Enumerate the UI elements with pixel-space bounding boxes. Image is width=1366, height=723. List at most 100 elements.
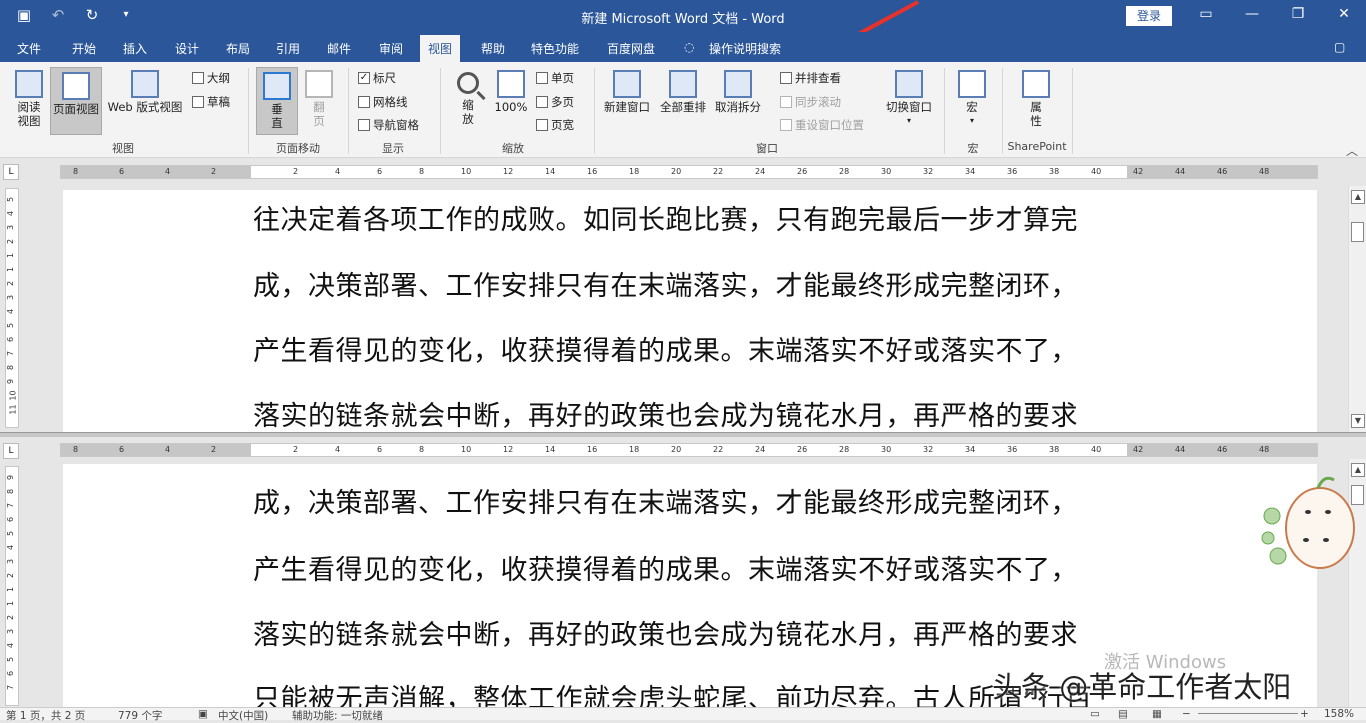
- login-button[interactable]: 登录: [1126, 6, 1172, 26]
- tab-selector[interactable]: L: [3, 164, 19, 180]
- chevron-down-icon: ▾: [969, 116, 974, 125]
- outline-button[interactable]: 大纲: [192, 70, 230, 86]
- ribbon-display-options-icon[interactable]: ▭: [1196, 6, 1216, 22]
- horizontal-ruler[interactable]: 8 6 4 2 2 4 6 8 10 12 14 16 18 20 22 24 26 28 30 32 34 36 38 40…: [60, 443, 1318, 457]
- macros-icon: [958, 70, 986, 98]
- one-page-button[interactable]: 单页: [536, 70, 574, 86]
- close-icon[interactable]: ✕: [1334, 6, 1354, 22]
- outline-icon: [192, 72, 204, 84]
- document-line[interactable]: 往决定着各项工作的成败。如同长跑比赛，只有跑完最后一步才算完: [253, 198, 1133, 237]
- proofing-icon[interactable]: ▣: [198, 708, 208, 720]
- ruler-tick-label: 44: [1175, 445, 1186, 454]
- zoom-slider[interactable]: [1198, 713, 1298, 714]
- document-line[interactable]: 落实的链条就会中断，再好的政策也会成为镜花水月，再严格的要求: [253, 613, 1133, 652]
- reset-window-position-button[interactable]: 重设窗口位置: [780, 117, 864, 133]
- tab-home[interactable]: 开始: [72, 40, 96, 57]
- tab-selector[interactable]: L: [3, 443, 19, 459]
- accessibility-status[interactable]: 辅助功能: 一切就绪: [292, 708, 383, 723]
- tab-design[interactable]: 设计: [175, 40, 199, 57]
- ruler-tick-label: 7: [6, 502, 16, 509]
- remove-split-icon: [724, 70, 752, 98]
- vertical-button[interactable]: 垂 直: [256, 67, 298, 135]
- document-line[interactable]: 成，决策部署、工作安排只有在末端落实，才能最终形成完整闭环，: [253, 264, 1133, 303]
- split-bar[interactable]: [0, 432, 1366, 437]
- vertical-scrollbar-top[interactable]: ▲ ▼: [1348, 186, 1366, 432]
- new-window-button[interactable]: 新建窗口: [600, 66, 654, 136]
- macros-button[interactable]: 宏 ▾: [952, 66, 992, 136]
- properties-button[interactable]: 属 性: [1016, 66, 1056, 136]
- tab-layout[interactable]: 布局: [226, 40, 250, 57]
- zoom-group-label: 缩放: [502, 142, 524, 155]
- tab-view[interactable]: 视图: [420, 35, 461, 62]
- ruler-tick-label: 38: [1049, 445, 1060, 454]
- zoom-button[interactable]: 缩 放: [448, 66, 488, 136]
- document-line[interactable]: 产生看得见的变化，收获摸得着的成果。末端落实不好或落实不了，: [253, 329, 1133, 368]
- switch-windows-button[interactable]: 切换窗口 ▾: [882, 66, 936, 136]
- print-layout-button[interactable]: 页面视图: [50, 67, 102, 135]
- document-line[interactable]: 产生看得见的变化，收获摸得着的成果。末端落实不好或落实不了，: [253, 548, 1133, 587]
- scroll-up-icon[interactable]: ▲: [1351, 190, 1365, 204]
- arrange-all-button[interactable]: 全部重排: [656, 66, 710, 136]
- focus-mode-icon[interactable]: ▭: [1090, 708, 1100, 720]
- ribbon-separator: [944, 68, 945, 154]
- ruler-tick-label: 6: [6, 336, 16, 343]
- scroll-thumb[interactable]: [1351, 222, 1364, 242]
- zoom-level[interactable]: 158%: [1324, 708, 1354, 720]
- tab-features[interactable]: 特色功能: [531, 40, 579, 57]
- view-side-by-side-button[interactable]: 并排查看: [780, 70, 841, 86]
- sync-scroll-icon: [780, 96, 792, 108]
- ribbon-separator: [348, 68, 349, 154]
- remove-split-button[interactable]: 取消拆分: [712, 66, 764, 136]
- document-line[interactable]: 成，决策部署、工作安排只有在末端落实，才能最终形成完整闭环，: [253, 481, 1133, 520]
- page-width-button[interactable]: 页宽: [536, 117, 574, 133]
- tab-insert[interactable]: 插入: [123, 40, 147, 57]
- zoom-out-icon[interactable]: −: [1182, 708, 1191, 720]
- zoom-100-button[interactable]: 100%: [492, 66, 530, 136]
- word-count[interactable]: 779 个字: [118, 708, 162, 723]
- collapse-ribbon-icon[interactable]: ︿: [1346, 142, 1358, 159]
- multiple-pages-button[interactable]: 多页: [536, 94, 574, 110]
- restore-icon[interactable]: ❐: [1288, 6, 1308, 22]
- web-layout-button[interactable]: Web 版式视图: [104, 66, 186, 136]
- ruler-tick-label: 48: [1259, 167, 1270, 176]
- nav-pane-checkbox[interactable]: 导航窗格: [358, 117, 419, 133]
- ruler-tick-label: 1: [6, 600, 16, 607]
- mascot-sticker: [1261, 476, 1355, 569]
- tab-baidu-netdisk[interactable]: 百度网盘: [607, 40, 655, 57]
- zoom-in-icon[interactable]: +: [1300, 708, 1309, 720]
- language[interactable]: 中文(中国): [218, 708, 268, 723]
- ruler-tick-label: 6: [6, 516, 16, 523]
- web-layout-view-icon[interactable]: ▦: [1152, 708, 1162, 720]
- ruler-tick-label: 20: [671, 445, 682, 454]
- ruler-tick-label: 14: [545, 445, 556, 454]
- side-to-side-button[interactable]: 翻 页: [300, 66, 338, 136]
- ribbon-separator: [440, 68, 441, 154]
- ribbon-separator: [248, 68, 249, 154]
- document-line[interactable]: 落实的链条就会中断，再好的政策也会成为镜花水月，再严格的要求: [253, 394, 1133, 432]
- ruler-tick-label: 8: [6, 364, 16, 371]
- tab-help[interactable]: 帮助: [481, 40, 505, 57]
- sync-scroll-button[interactable]: 同步滚动: [780, 94, 841, 110]
- read-mode-button[interactable]: 阅读 视图: [10, 66, 48, 136]
- tell-me-search[interactable]: 操作说明搜索: [709, 40, 781, 57]
- vertical-icon: [263, 72, 291, 100]
- ruler-tick-label: 4: [6, 308, 16, 315]
- tab-mailings[interactable]: 邮件: [327, 40, 351, 57]
- author-watermark: 头条 @革命工作者太阳: [992, 670, 1292, 704]
- gridlines-checkbox[interactable]: 网格线: [358, 94, 408, 110]
- ruler-tick-label: 28: [839, 167, 850, 176]
- ruler-tick-label: 46: [1217, 167, 1228, 176]
- page-count[interactable]: 第 1 页，共 2 页: [6, 708, 85, 723]
- tab-references[interactable]: 引用: [276, 40, 300, 57]
- tab-review[interactable]: 审阅: [379, 40, 403, 57]
- document-page-top[interactable]: 往决定着各项工作的成败。如同长跑比赛，只有跑完最后一步才算完 成，决策部署、工作…: [63, 190, 1317, 432]
- ruler-tick-label: 10: [461, 167, 472, 176]
- tab-file[interactable]: 文件: [17, 40, 41, 57]
- horizontal-ruler[interactable]: 8 6 4 2 2 4 6 8 10 12 14 16 18 20 22 24 26 28 30 32 34 36 38 40…: [60, 165, 1318, 179]
- print-layout-view-icon[interactable]: ▤: [1118, 708, 1128, 720]
- scroll-down-icon[interactable]: ▼: [1351, 414, 1365, 428]
- minimize-icon[interactable]: —: [1242, 6, 1262, 22]
- ruler-checkbox[interactable]: ✓ 标尺: [358, 70, 396, 86]
- comments-icon[interactable]: ▢: [1334, 40, 1345, 54]
- draft-button[interactable]: 草稿: [192, 94, 230, 110]
